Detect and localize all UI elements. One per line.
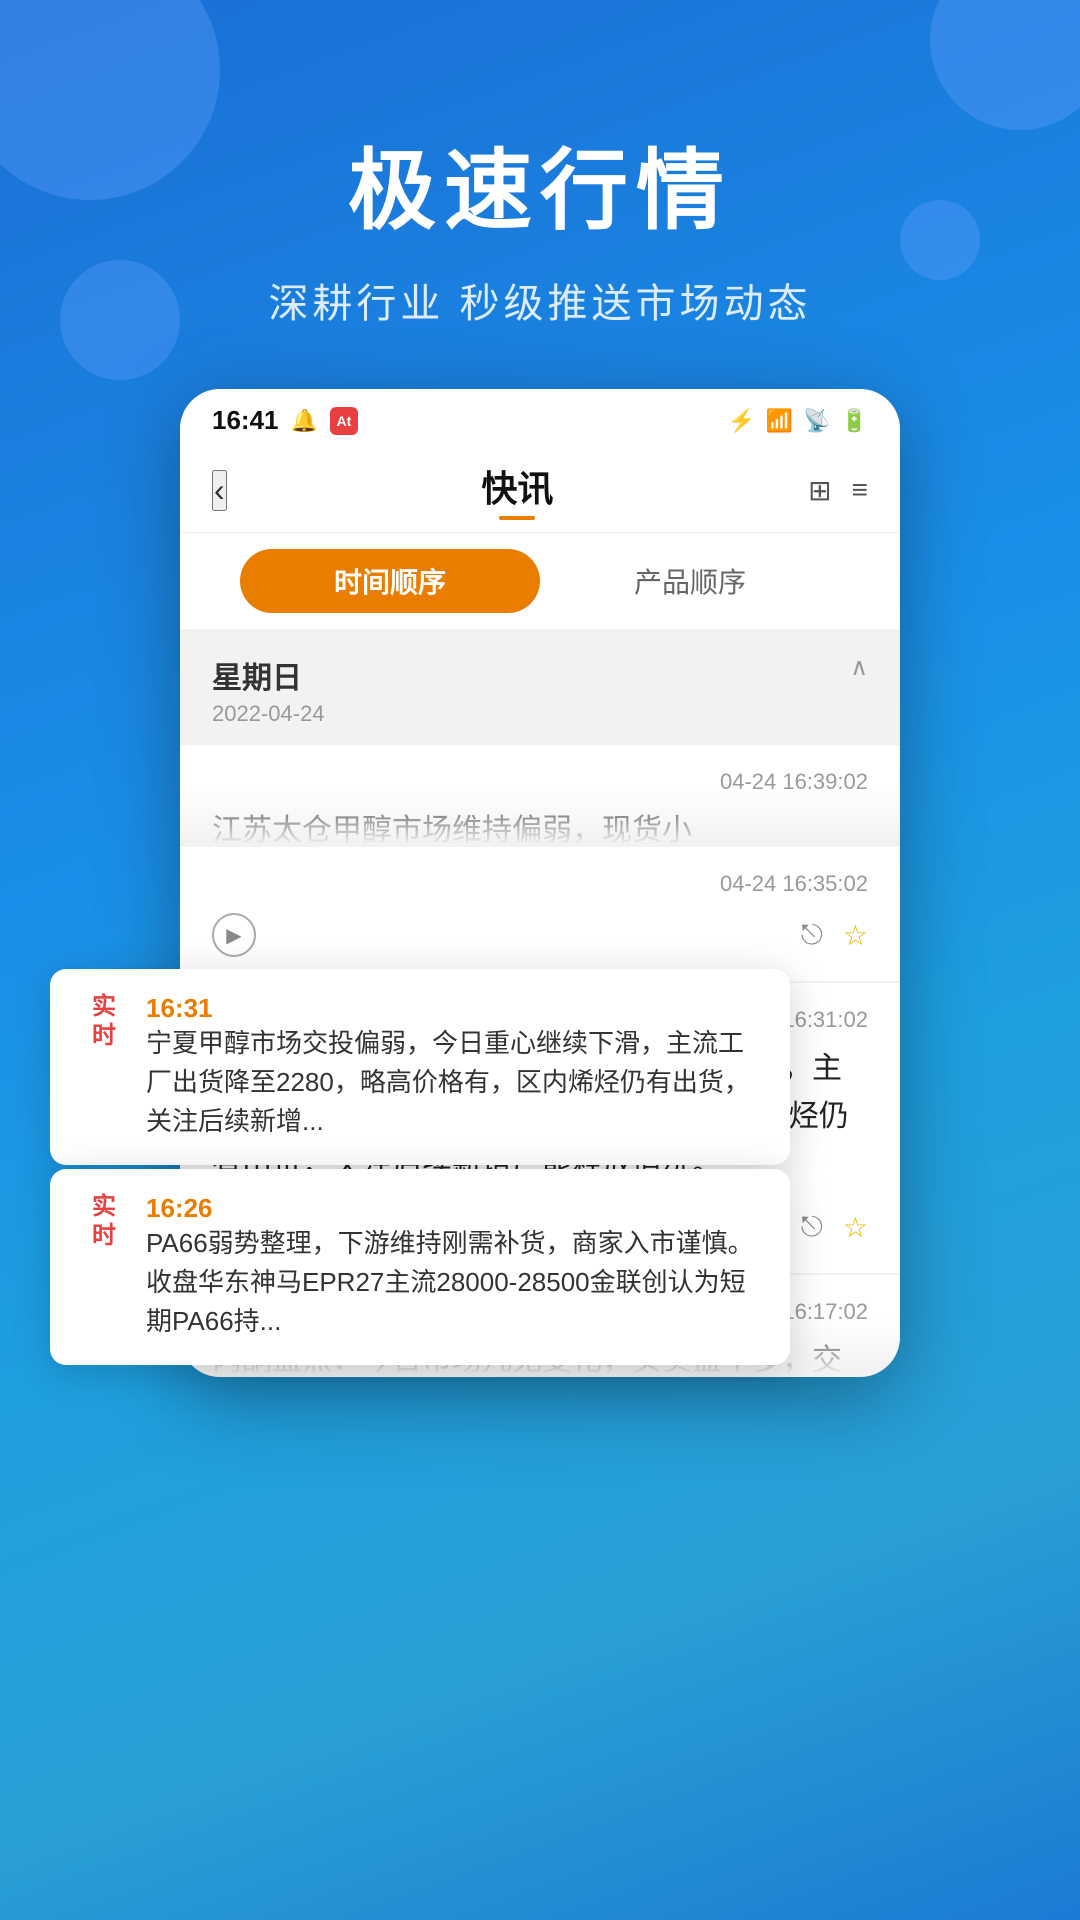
news-action-right-2: ⎋ ☆ xyxy=(801,919,868,952)
section-date: 2022-04-24 xyxy=(212,701,325,727)
grid-icon[interactable]: ⊞ xyxy=(808,474,831,507)
news-item-1: 04-24 16:39:02 江苏太仓甲醇市场维持偏弱，现货小 xyxy=(180,745,900,845)
float-card-1-content: 宁夏甲醇市场交投偏弱，今日重心继续下滑，主流工厂出货降至2280，略高价格有，区… xyxy=(146,1024,762,1141)
float-card-2-content: PA66弱势整理，下游维持刚需补货，商家入市谨慎。收盘华东神马EPR27主流28… xyxy=(146,1224,762,1341)
status-right: ⚡ 📶 📡 🔋 xyxy=(728,408,868,434)
news-action-left-2: ▶ xyxy=(212,913,256,957)
tab-product-order[interactable]: 产品顺序 xyxy=(540,549,840,613)
nav-title: 快讯 xyxy=(481,460,553,520)
share-icon-2[interactable]: ⎋ xyxy=(801,919,823,952)
realtime-label-1: 实 xyxy=(92,993,116,1022)
realtime-label-1b: 时 xyxy=(92,1022,116,1051)
float-card-1: 实 时 16:31 宁夏甲醇市场交投偏弱，今日重心继续下滑，主流工厂出货降至22… xyxy=(50,969,790,1165)
nav-bar: ‹ 快讯 ⊞ ≡ xyxy=(180,444,900,533)
float-card-2: 实 时 16:26 PA66弱势整理，下游维持刚需补货，商家入市谨慎。收盘华东神… xyxy=(50,1169,790,1365)
phone-container: 实 时 16:31 宁夏甲醇市场交投偏弱，今日重心继续下滑，主流工厂出货降至22… xyxy=(110,389,970,1457)
status-bar: 16:41 🔔 At ⚡ 📶 📡 🔋 xyxy=(180,389,900,444)
float-card-2-time: 16:26 xyxy=(146,1193,213,1224)
hero-title: 极速行情 xyxy=(0,120,1080,247)
news-action-right-3: ⎋ ☆ xyxy=(801,1211,868,1244)
news-text-1: 江苏太仓甲醇市场维持偏弱，现货小 xyxy=(212,807,868,845)
notification-badge: At xyxy=(330,407,358,435)
realtime-badge-1: 实 时 xyxy=(78,993,130,1051)
hero-subtitle: 深耕行业 秒级推送市场动态 xyxy=(0,271,1080,329)
hero-section: 极速行情 深耕行业 秒级推送市场动态 xyxy=(0,0,1080,389)
chevron-up-icon[interactable]: ∧ xyxy=(850,653,868,682)
menu-icon[interactable]: ≡ xyxy=(852,474,868,506)
star-icon-2[interactable]: ☆ xyxy=(843,919,868,952)
float-card-1-time: 16:31 xyxy=(146,993,213,1024)
section-day: 星期日 xyxy=(212,653,325,697)
section-header: 星期日 2022-04-24 ∧ xyxy=(180,629,900,743)
share-icon-3[interactable]: ⎋ xyxy=(801,1211,823,1244)
star-icon-3[interactable]: ☆ xyxy=(843,1211,868,1244)
battery-icon: 🔋 xyxy=(841,408,868,434)
status-left: 16:41 🔔 At xyxy=(212,405,358,436)
news-actions-2: ▶ ⎋ ☆ xyxy=(212,913,868,957)
signal-icon: 📶 xyxy=(766,408,793,434)
back-button[interactable]: ‹ xyxy=(212,470,227,511)
realtime-badge-2: 实 时 xyxy=(78,1193,130,1251)
news-meta-1: 04-24 16:39:02 xyxy=(212,769,868,795)
bell-icon: 🔔 xyxy=(291,408,318,434)
status-time: 16:41 xyxy=(212,405,279,436)
bluetooth-icon: ⚡ xyxy=(728,408,755,434)
news-meta-2: 04-24 16:35:02 xyxy=(212,871,868,897)
realtime-label-2: 实 xyxy=(92,1193,116,1222)
nav-icons: ⊞ ≡ xyxy=(808,474,868,507)
play-button-2[interactable]: ▶ xyxy=(212,913,256,957)
realtime-label-2b: 时 xyxy=(92,1222,116,1251)
news-item-2: 04-24 16:35:02 ▶ ⎋ ☆ xyxy=(180,847,900,981)
tab-bar: 时间顺序 产品顺序 xyxy=(180,533,900,629)
section-day-group: 星期日 2022-04-24 xyxy=(212,653,325,727)
wifi-icon: 📡 xyxy=(803,408,830,434)
tab-time-order[interactable]: 时间顺序 xyxy=(240,549,540,613)
